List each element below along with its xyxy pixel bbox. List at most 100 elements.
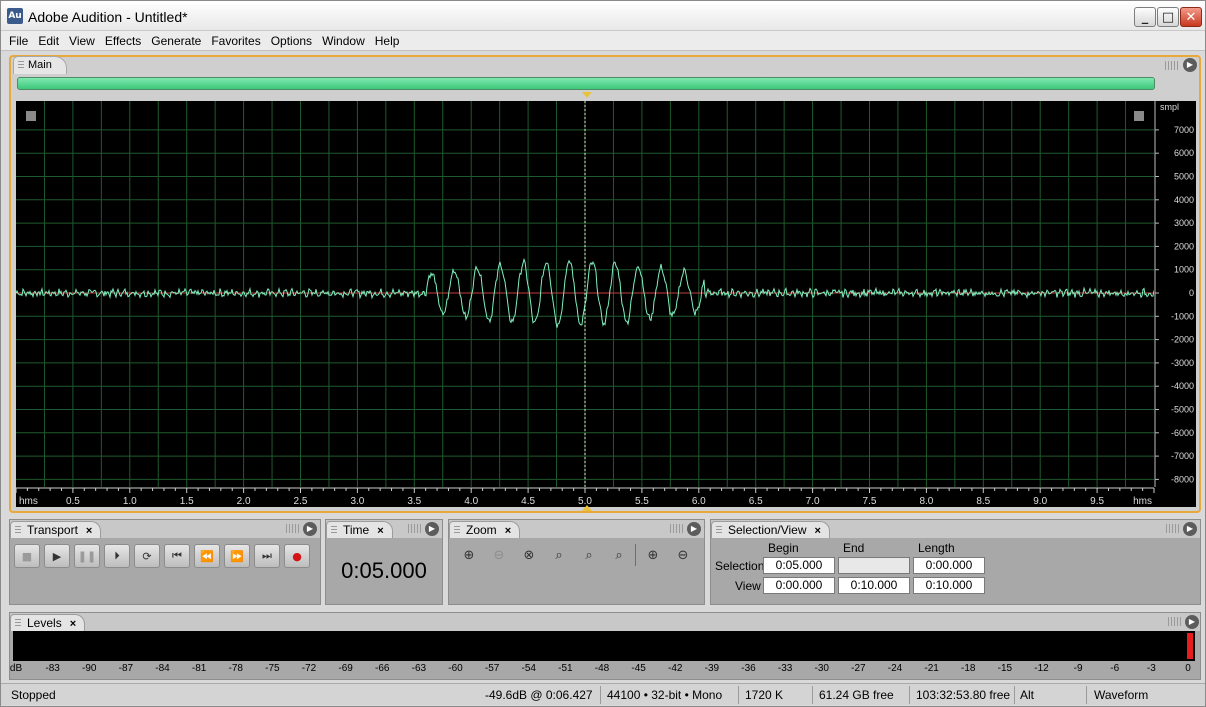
view-end-field[interactable]: 0:10.000 xyxy=(838,577,910,594)
close-tab-icon[interactable]: × xyxy=(377,525,383,537)
selection-length-field[interactable]: 0:00.000 xyxy=(913,557,985,574)
zoom-out-horizontal-button[interactable]: ⊖ xyxy=(487,544,511,566)
amplitude-tick-label: -2000 xyxy=(1171,335,1194,345)
zoom-handle-left-icon[interactable] xyxy=(26,111,36,121)
close-tab-icon[interactable]: × xyxy=(505,525,511,537)
menu-options[interactable]: Options xyxy=(266,34,317,48)
zoom-out-vertical-button[interactable]: ⊖ xyxy=(671,544,695,566)
maximize-button[interactable]: □ xyxy=(1157,7,1179,27)
menu-window[interactable]: Window xyxy=(317,34,370,48)
levels-scale-label: 0 xyxy=(1185,663,1191,674)
levels-scale-label: -39 xyxy=(704,663,720,674)
record-button[interactable]: ● xyxy=(284,544,310,568)
zoom-left-icon: ⌕ xyxy=(585,547,593,563)
grip-icon[interactable] xyxy=(716,526,722,535)
ruler-tick-label: 2.5 xyxy=(294,496,308,507)
close-tab-icon[interactable]: × xyxy=(70,618,76,630)
end-header: End xyxy=(843,541,865,555)
ruler-unit-right: hms xyxy=(1133,496,1152,507)
panel-menu-icon[interactable]: ▶ xyxy=(687,522,701,536)
view-length-field[interactable]: 0:10.000 xyxy=(913,577,985,594)
panel-menu-icon[interactable]: ▶ xyxy=(1183,58,1197,72)
tab-selection-view[interactable]: Selection/View × xyxy=(711,521,830,538)
amplitude-tick-label: -6000 xyxy=(1171,428,1194,438)
panel-menu-icon[interactable]: ▶ xyxy=(303,522,317,536)
tab-zoom[interactable]: Zoom × xyxy=(449,521,521,538)
waveform-display[interactable]: smpl 7000 6000 5000 4000 3000 2000 1000 0 -1000 -2… xyxy=(16,101,1196,487)
status-state: Stopped xyxy=(11,688,56,702)
zoom-handle-right-icon[interactable] xyxy=(1134,111,1144,121)
zoom-in-horizontal-button[interactable]: ⊕ xyxy=(457,544,481,566)
overview-scrollbar[interactable] xyxy=(17,77,1155,90)
selection-begin-field[interactable]: 0:05.000 xyxy=(763,557,835,574)
close-tab-icon[interactable]: × xyxy=(86,525,92,537)
close-tab-icon[interactable]: × xyxy=(815,525,821,537)
levels-scale-label: -21 xyxy=(924,663,939,674)
time-tabrow: Time × ▶ xyxy=(326,520,442,538)
play-button[interactable]: ▶ xyxy=(44,544,70,568)
status-divider xyxy=(1014,686,1015,704)
go-to-end-button[interactable]: ⏭ xyxy=(254,544,280,568)
fast-forward-button[interactable]: ⏩ xyxy=(224,544,250,568)
levels-scale-label: -6 xyxy=(1110,663,1120,674)
menu-edit[interactable]: Edit xyxy=(33,34,64,48)
levels-scale-label: -78 xyxy=(228,663,243,674)
levels-scale-label: -60 xyxy=(448,663,463,674)
menu-favorites[interactable]: Favorites xyxy=(206,34,265,48)
panel-menu-icon[interactable]: ▶ xyxy=(1183,522,1197,536)
panel-menu-icon[interactable]: ▶ xyxy=(1185,615,1199,629)
tab-levels[interactable]: Levels × xyxy=(10,614,86,631)
play-from-cursor-button[interactable]: ⏵ xyxy=(104,544,130,568)
zoom-to-right-edge-button[interactable]: ⌕ xyxy=(607,544,631,566)
zoom-out-full-button[interactable]: ⊗ xyxy=(517,544,541,566)
levels-scale-label: -72 xyxy=(301,663,317,674)
panel-grip-icon[interactable] xyxy=(1165,61,1179,70)
loop-button[interactable]: ⟳ xyxy=(134,544,160,568)
menu-generate[interactable]: Generate xyxy=(146,34,206,48)
go-to-start-button[interactable]: ⏮ xyxy=(164,544,190,568)
grip-icon[interactable] xyxy=(15,526,21,535)
grip-icon[interactable] xyxy=(18,61,24,70)
panel-grip-icon[interactable] xyxy=(1168,617,1182,626)
ruler-tick-label: 1.0 xyxy=(123,496,137,507)
zoom-to-selection-button[interactable]: ⌕ xyxy=(547,544,571,566)
menu-effects[interactable]: Effects xyxy=(100,34,146,48)
tab-time[interactable]: Time × xyxy=(326,521,393,538)
close-button[interactable]: ✕ xyxy=(1180,7,1202,27)
minimize-button[interactable]: _ xyxy=(1134,7,1156,27)
pause-button[interactable]: ❚❚ xyxy=(74,544,100,568)
rewind-button[interactable]: ⏪ xyxy=(194,544,220,568)
grip-icon[interactable] xyxy=(331,526,337,535)
view-begin-field[interactable]: 0:00.000 xyxy=(763,577,835,594)
panel-grip-icon[interactable] xyxy=(1166,524,1180,533)
amplitude-tick-label: 2000 xyxy=(1174,241,1194,251)
panel-grip-icon[interactable] xyxy=(670,524,684,533)
panel-menu-icon[interactable]: ▶ xyxy=(425,522,439,536)
tab-time-label: Time xyxy=(343,523,370,537)
time-ruler[interactable]: hms 0.5 1.0 1.5 2.0 2.5 3.0 3.5 4.0 4.5 5.0 5.5 6.0 6… xyxy=(15,487,1196,507)
levels-peak-indicator[interactable] xyxy=(1187,633,1193,659)
zoom-to-left-edge-button[interactable]: ⌕ xyxy=(577,544,601,566)
ruler-tick-label: 1.5 xyxy=(180,496,194,507)
zoom-tabrow: Zoom × ▶ xyxy=(449,520,704,538)
menu-view[interactable]: View xyxy=(64,34,100,48)
status-format[interactable]: 44100 • 32-bit • Mono xyxy=(607,687,722,703)
menu-help[interactable]: Help xyxy=(370,34,405,48)
selection-end-field[interactable] xyxy=(838,557,910,574)
zoom-in-vertical-button[interactable]: ⊕ xyxy=(641,544,665,566)
title-bar: Au Adobe Audition - Untitled* _ □ ✕ xyxy=(1,1,1205,31)
amplitude-tick-label: 3000 xyxy=(1174,218,1194,228)
levels-scale-label: -69 xyxy=(338,663,353,674)
stop-button[interactable]: ■ xyxy=(14,544,40,568)
panel-grip-icon[interactable] xyxy=(408,524,422,533)
tab-transport[interactable]: Transport × xyxy=(10,521,102,538)
menu-file[interactable]: File xyxy=(1,34,33,48)
grip-icon[interactable] xyxy=(15,619,21,628)
go-to-start-icon: ⏮ xyxy=(172,549,182,562)
playhead-bottom-marker[interactable] xyxy=(582,505,592,511)
grip-icon[interactable] xyxy=(454,526,460,535)
tab-main[interactable]: Main xyxy=(13,56,67,74)
panel-grip-icon[interactable] xyxy=(286,524,300,533)
playhead-top-marker[interactable] xyxy=(582,92,592,98)
main-panel: Main ▶ smpl 7000 6000 5000 4000 3000 2000 1000 0… xyxy=(9,55,1201,513)
